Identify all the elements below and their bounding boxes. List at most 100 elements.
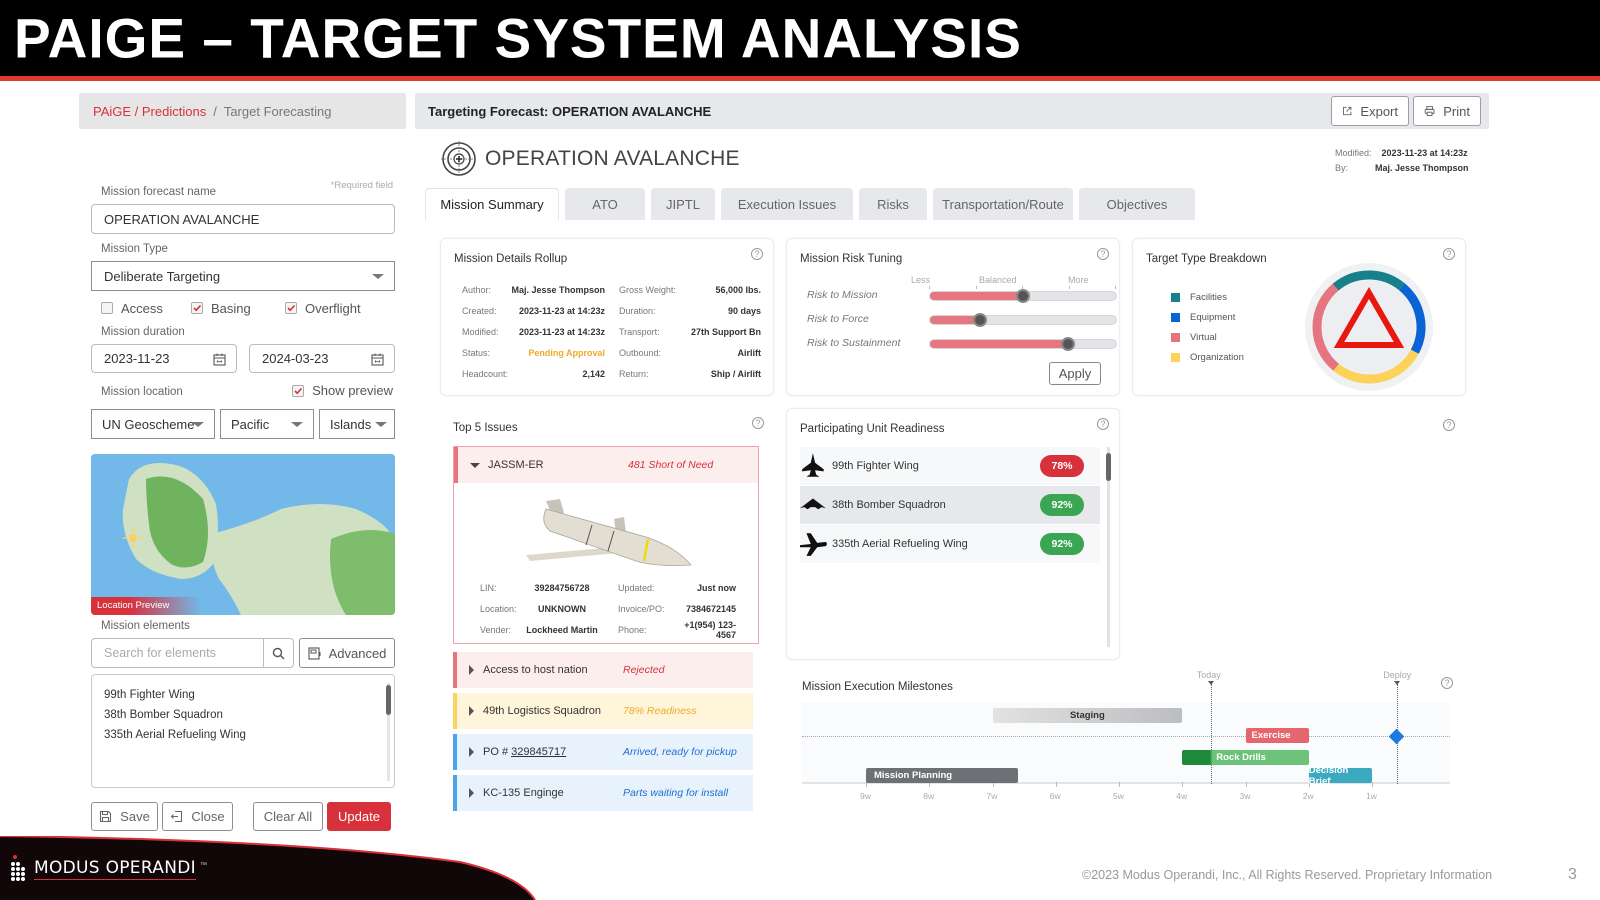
risk-slider[interactable] xyxy=(929,337,1117,351)
close-button[interactable]: Close xyxy=(162,802,233,831)
slider-thumb[interactable] xyxy=(1060,337,1075,351)
by-label: By: xyxy=(1335,163,1349,173)
breadcrumb-link-predictions[interactable]: PAiGE / Predictions xyxy=(93,104,206,119)
location-preview-map[interactable]: Location Preview xyxy=(91,454,395,615)
unit-row[interactable]: 99th Fighter Wing 78% xyxy=(800,447,1100,485)
help-icon[interactable]: ? xyxy=(1443,248,1455,260)
axis-tick-label: 4w xyxy=(1176,791,1188,801)
milestone-bar-staging[interactable]: Staging xyxy=(992,708,1183,723)
breadcrumb: PAiGE / Predictions / Target Forecasting xyxy=(79,93,406,129)
tab-execution-issues[interactable]: Execution Issues xyxy=(721,188,853,220)
checkbox-box[interactable] xyxy=(101,302,113,314)
forecast-header: Targeting Forecast: OPERATION AVALANCHE … xyxy=(415,93,1489,129)
print-button[interactable]: Print xyxy=(1413,96,1481,126)
issue-row[interactable]: KC-135 Enginge Parts waiting for install xyxy=(453,775,753,811)
detail-value: +1(954) 123-4567 xyxy=(684,619,736,640)
milestone-bar-mission-planning[interactable]: Mission Planning xyxy=(866,768,1018,783)
start-date-value: 2023-11-23 xyxy=(104,351,170,366)
detail-value: 7384672145 xyxy=(685,603,736,614)
tab-ato[interactable]: ATO xyxy=(565,188,645,220)
checkbox-box[interactable] xyxy=(191,302,203,314)
rollup-value: Airlift xyxy=(737,347,762,358)
save-button[interactable]: Save xyxy=(91,802,158,831)
export-button[interactable]: Export xyxy=(1331,96,1409,126)
legend-swatch xyxy=(1171,312,1180,322)
issue-row[interactable]: Access to host nation Rejected xyxy=(453,652,753,688)
milestone-bar-rock-drills[interactable]: Rock Drills xyxy=(1182,750,1309,765)
slider-fill xyxy=(930,340,1068,348)
filter-panel-icon xyxy=(308,646,321,660)
search-button[interactable] xyxy=(264,638,294,668)
basing-checkbox[interactable]: Basing xyxy=(191,301,285,316)
element-search-input[interactable]: Search for elements xyxy=(91,638,264,668)
chevron-down-icon xyxy=(375,422,387,427)
checkmark-icon xyxy=(193,304,202,312)
element-item[interactable]: 38th Bomber Squadron xyxy=(104,705,382,725)
help-icon[interactable]: ? xyxy=(1097,248,1109,260)
tab-transportation-route[interactable]: Transportation/Route xyxy=(933,188,1073,220)
required-note: *Required field xyxy=(330,180,393,191)
rollup-key: Outbound: xyxy=(619,347,662,358)
issue-row[interactable]: 49th Logistics Squadron 78% Readiness xyxy=(453,693,753,729)
legend-label: Equipment xyxy=(1190,311,1236,323)
slide-title: PAIGE – TARGET SYSTEM ANALYSIS xyxy=(14,6,1022,70)
help-icon[interactable]: ? xyxy=(751,248,763,260)
risk-slider[interactable] xyxy=(929,289,1117,303)
element-item[interactable]: 99th Fighter Wing xyxy=(104,685,382,705)
readiness-badge: 92% xyxy=(1040,533,1084,555)
mission-type-select[interactable]: Deliberate Targeting xyxy=(91,261,395,291)
geoscheme-select[interactable]: UN Geoscheme xyxy=(91,409,215,439)
show-preview-checkbox[interactable]: Show preview xyxy=(292,383,393,398)
element-item[interactable]: 335th Aerial Refueling Wing xyxy=(104,725,382,745)
detail-row: LIN: 39284756728 Updated: Just now xyxy=(480,577,750,598)
tab-bar: Mission Summary ATO JIPTL Execution Issu… xyxy=(425,188,1195,220)
unit-row[interactable]: 38th Bomber Squadron 92% xyxy=(800,486,1100,524)
calendar-icon[interactable] xyxy=(213,353,226,366)
logo-text: MODUS OPERANDI xyxy=(34,858,196,880)
expanded-issue-header[interactable]: JASSM-ER 481 Short of Need xyxy=(454,447,758,483)
po-link[interactable]: 329845717 xyxy=(511,746,566,758)
unit-name: 99th Fighter Wing xyxy=(832,460,919,472)
list-scrollbar-thumb[interactable] xyxy=(386,685,391,715)
tab-objectives[interactable]: Objectives xyxy=(1079,188,1195,220)
mission-name-input[interactable]: OPERATION AVALANCHE xyxy=(91,204,395,234)
issue-row[interactable]: PO # 329845717 Arrived, ready for pickup xyxy=(453,734,753,770)
access-checkbox[interactable]: Access xyxy=(91,301,191,316)
tab-risks[interactable]: Risks xyxy=(859,188,927,220)
rollup-row: Created: 2023-11-23 at 14:23z Duration: 90 … xyxy=(462,300,762,321)
update-button[interactable]: Update xyxy=(327,802,391,831)
scale-less: Less xyxy=(911,275,931,285)
advanced-search-button[interactable]: Advanced xyxy=(299,638,395,668)
calendar-icon[interactable] xyxy=(371,353,384,366)
unit-name: 38th Bomber Squadron xyxy=(832,499,946,511)
region-select[interactable]: Pacific xyxy=(220,409,314,439)
checkbox-box[interactable] xyxy=(285,302,297,314)
slider-thumb[interactable] xyxy=(1016,289,1030,303)
slider-thumb[interactable] xyxy=(973,313,988,327)
target-crosshair-icon xyxy=(441,141,477,177)
axis-tick-label: 2w xyxy=(1302,791,1314,801)
readiness-scrollbar-thumb[interactable] xyxy=(1106,453,1111,481)
subregion-select[interactable]: Islands xyxy=(319,409,395,439)
end-date-input[interactable]: 2024-03-23 xyxy=(249,344,395,373)
detail-row: Location: UNKNOWN Invoice/PO: 7384672145 xyxy=(480,598,750,619)
milestone-bar-decision-brief[interactable]: Decision Brief xyxy=(1308,765,1372,787)
card-title: Target Type Breakdown xyxy=(1146,253,1267,265)
tab-mission-summary[interactable]: Mission Summary xyxy=(425,188,559,220)
checkbox-box[interactable] xyxy=(292,384,305,397)
risk-slider[interactable] xyxy=(929,313,1117,327)
unit-row[interactable]: 335th Aerial Refueling Wing 92% xyxy=(800,525,1100,563)
rollup-value: 2023-11-23 at 14:23z xyxy=(518,305,605,316)
clear-all-button[interactable]: Clear All xyxy=(253,802,323,831)
help-icon[interactable]: ? xyxy=(1097,418,1109,430)
overflight-checkbox[interactable]: Overflight xyxy=(285,301,361,316)
help-icon[interactable]: ? xyxy=(752,417,764,429)
milestone-bar-exercise[interactable]: Exercise xyxy=(1245,728,1309,743)
caret-right-icon xyxy=(469,747,474,757)
start-date-input[interactable]: 2023-11-23 xyxy=(91,344,237,373)
rollup-key: Return: xyxy=(619,368,649,379)
apply-button[interactable]: Apply xyxy=(1049,362,1101,385)
help-icon[interactable]: ? xyxy=(1443,419,1455,431)
tab-jiptl[interactable]: JIPTL xyxy=(651,188,715,220)
subregion-value: Islands xyxy=(330,416,372,432)
